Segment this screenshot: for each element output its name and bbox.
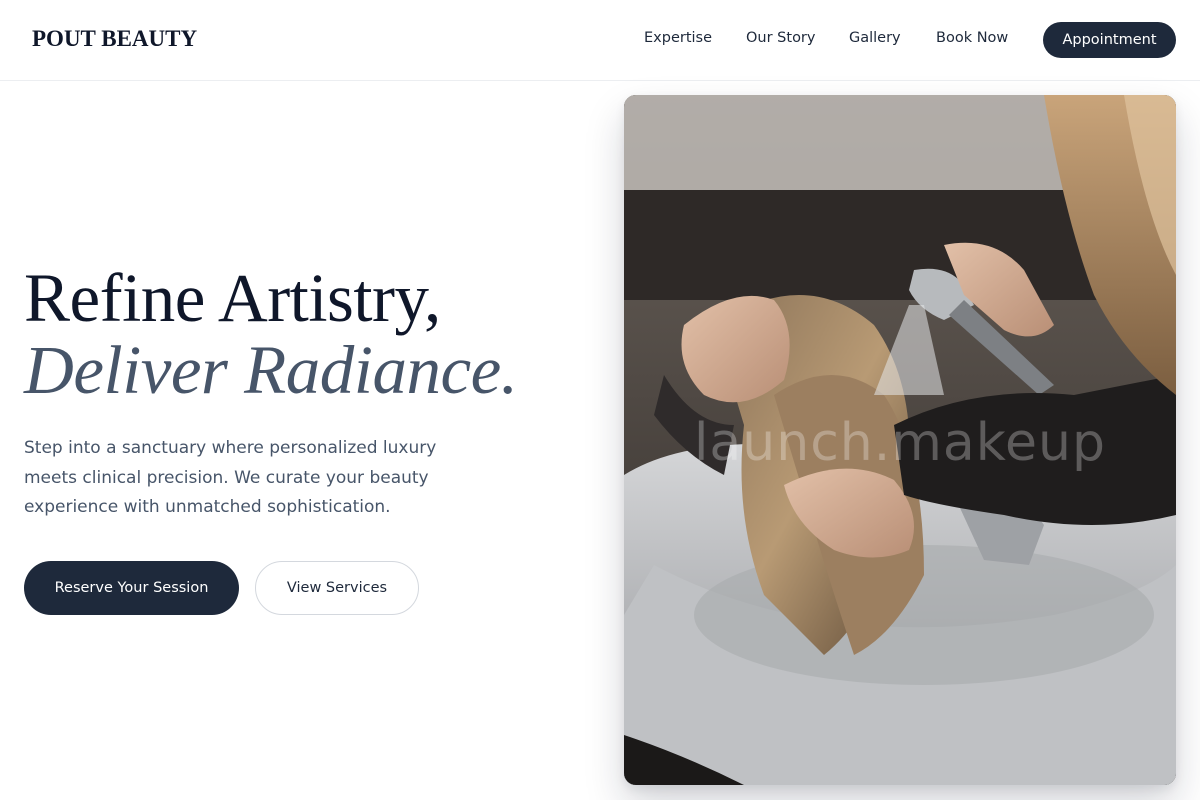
hero-title-line2: Deliver Radiance. <box>24 332 518 408</box>
nav-link-book-now[interactable]: Book Now <box>936 30 1008 46</box>
hero-image: launch.makeup <box>624 95 1176 785</box>
nav-link-our-story[interactable]: Our Story <box>746 30 815 46</box>
view-services-button[interactable]: View Services <box>255 561 419 615</box>
reserve-session-button[interactable]: Reserve Your Session <box>24 561 239 615</box>
hero-title-line1: Refine Artistry, <box>24 260 441 336</box>
image-watermark: launch.makeup <box>693 413 1107 473</box>
site-header: POUT BEAUTY Expertise Our Story Gallery … <box>0 0 1200 81</box>
nav-link-expertise[interactable]: Expertise <box>644 30 712 46</box>
hero-title: Refine Artistry, Deliver Radiance. <box>24 262 604 406</box>
brand-logo[interactable]: POUT BEAUTY <box>32 26 197 52</box>
nav-link-gallery[interactable]: Gallery <box>849 30 901 46</box>
hero-description: Step into a sanctuary where personalized… <box>24 438 437 517</box>
appointment-button[interactable]: Appointment <box>1043 22 1176 58</box>
